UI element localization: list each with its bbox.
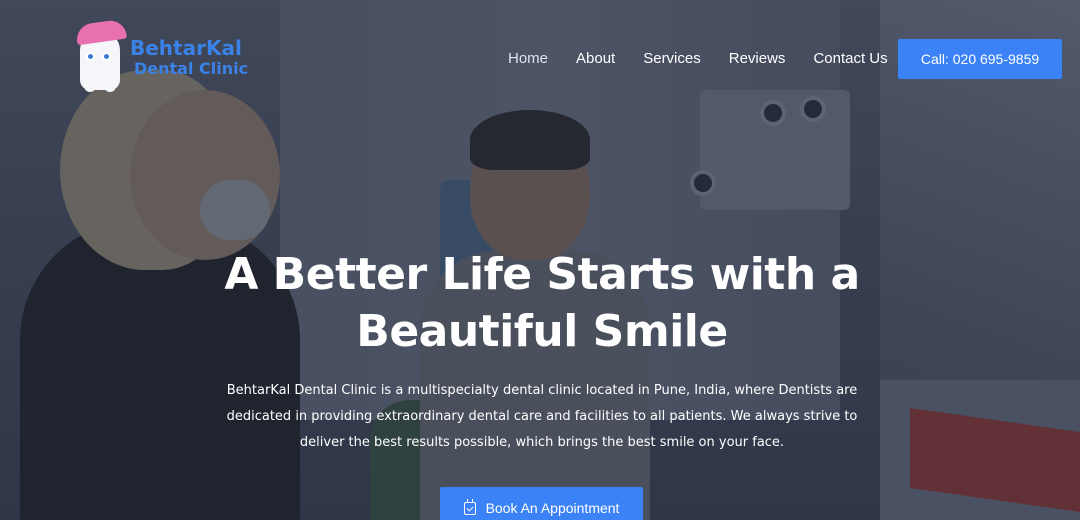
hero-headline: A Better Life Starts with a Beautiful Sm…: [150, 246, 934, 360]
calendar-check-icon: [463, 498, 476, 515]
site-logo[interactable]: BehtarKal Dental Clinic: [74, 18, 264, 96]
headline-line-2: Beautiful Smile: [356, 306, 728, 357]
description-line-1: BehtarKal Dental Clinic is a multispecia…: [226, 383, 858, 398]
call-button[interactable]: Call: 020 695-9859: [898, 39, 1062, 79]
nav-reviews[interactable]: Reviews: [729, 50, 786, 67]
nav-contact-us[interactable]: Contact Us: [813, 50, 887, 67]
nav-about[interactable]: About: [576, 50, 615, 67]
book-appointment-label: Book An Appointment: [485, 500, 620, 516]
logo-name: BehtarKal: [130, 36, 242, 61]
headline-line-1: A Better Life Starts with a: [224, 249, 860, 300]
logo-subtitle: Dental Clinic: [134, 59, 249, 79]
main-nav: Home About Services Reviews Contact Us: [494, 50, 888, 67]
hero-description: BehtarKal Dental Clinic is a multispecia…: [224, 378, 860, 456]
description-line-2: dedicated in providing extraordinary den…: [226, 409, 858, 424]
nav-services[interactable]: Services: [643, 50, 701, 67]
nav-home[interactable]: Home: [508, 50, 548, 67]
tooth-logo-icon: [74, 18, 128, 94]
book-appointment-button[interactable]: Book An Appointment: [440, 487, 643, 520]
description-line-3: deliver the best results possible, which…: [299, 435, 785, 450]
